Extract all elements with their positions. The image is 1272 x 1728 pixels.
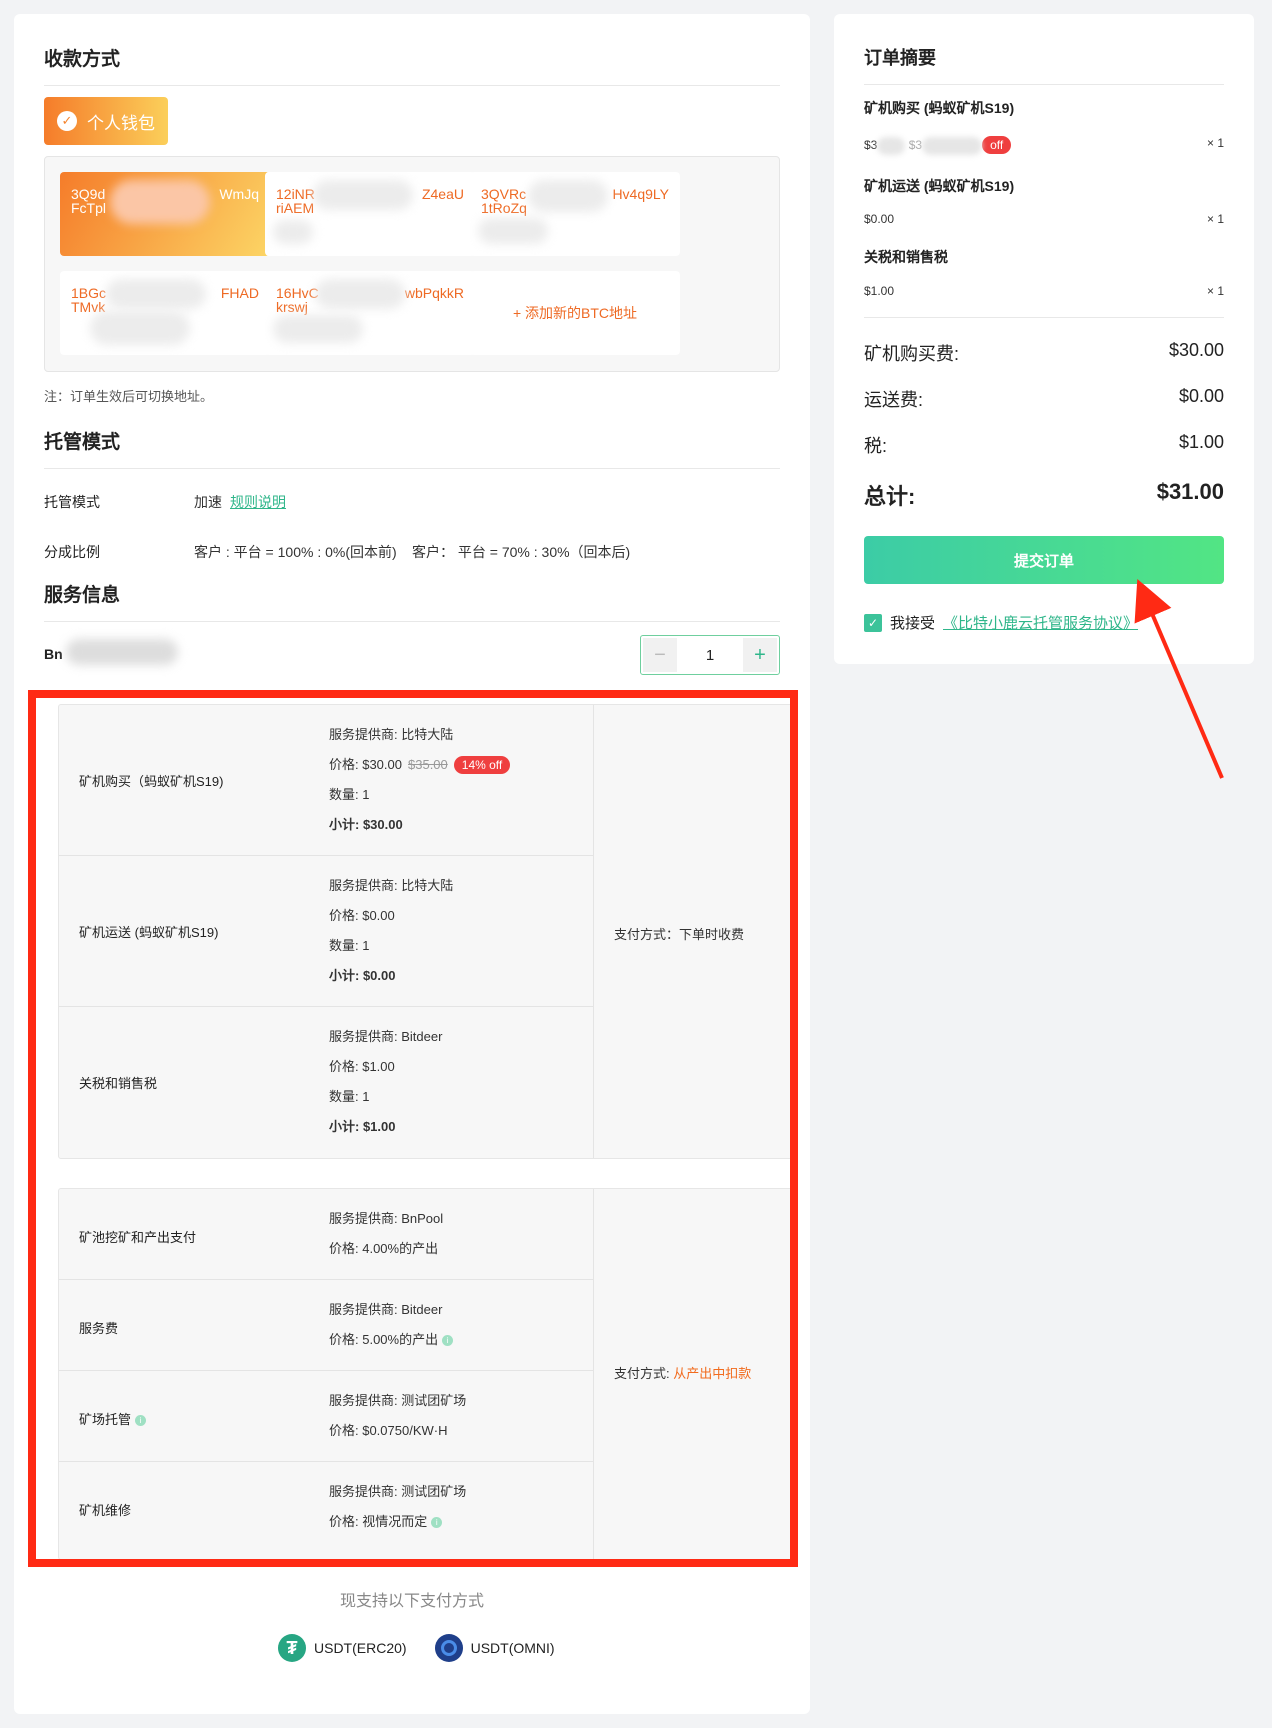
divider (864, 317, 1224, 318)
summary-item-line: $1.00 × 1 (864, 284, 1224, 298)
ratio-after: 客户： 平台 = 70% : 30%（回本后) (412, 544, 631, 560)
custody-mode-text: 加速 (194, 494, 222, 510)
summary-item-line: $3 $3 off × 1 (864, 136, 1224, 155)
redaction-blur (877, 136, 906, 155)
address-line2: riAEM (276, 200, 315, 216)
purchase-fee-label: 矿机购买费: (864, 344, 960, 364)
redaction-blur (922, 136, 983, 155)
service-info-title: 服务信息 (44, 580, 780, 622)
summary-item-qty: × 1 (1206, 136, 1224, 150)
custody-mode-label: 托管模式 (44, 494, 100, 510)
summary-item-title: 矿机运送 (蚂蚁矿机S19) (864, 178, 1015, 194)
add-btc-address-button[interactable]: + 添加新的BTC地址 (470, 271, 680, 355)
price-fragment: $3 (864, 138, 878, 152)
agreement-link[interactable]: 《比特小鹿云托管服务协议》 (943, 612, 1138, 633)
address-line2: FcTpl (71, 200, 106, 216)
order-form-panel: 收款方式 ✓ 个人钱包 3Q9d WmJq FcTpl 12iNR Z4eaU … (14, 14, 810, 1714)
address-line2: 1tRoZq (481, 200, 527, 216)
product-name: Bn (44, 646, 63, 662)
order-summary-panel: 订单摘要 矿机购买 (蚂蚁矿机S19) $3 $3 off × 1 矿机运送 (蚂… (834, 14, 1254, 664)
redaction-blur (273, 315, 363, 343)
address-note: 注：订单生效后可切换地址。 (44, 389, 214, 404)
redaction-blur (273, 220, 313, 244)
summary-item-qty: × 1 (1206, 284, 1224, 298)
total-label: 总计: (864, 484, 916, 509)
tax-value: $1.00 (1178, 432, 1224, 452)
redaction-blur (106, 279, 206, 309)
total-row: 总计: $31.00 (864, 479, 1224, 511)
method-label: USDT(ERC20) (314, 1640, 407, 1656)
price-fragment: $3 (908, 138, 923, 152)
address-list: 3Q9d WmJq FcTpl 12iNR Z4eaU riAEM 3QVRc … (44, 156, 780, 372)
redaction-blur (110, 180, 210, 224)
ratio-label: 分成比例 (44, 544, 100, 560)
custody-title: 托管模式 (44, 427, 780, 469)
redaction-blur (313, 180, 413, 210)
discount-badge: off (982, 136, 1012, 154)
rules-link[interactable]: 规则说明 (230, 494, 286, 510)
redaction-blur (315, 279, 405, 309)
address-suffix: WmJq (219, 186, 259, 202)
redaction-blur (90, 311, 190, 345)
address-card-5[interactable]: 16HvC wbPqkkR krswj (265, 271, 475, 355)
summary-item-price: $0.00 (864, 212, 895, 226)
redaction-blur (528, 180, 608, 212)
tether-icon: ₮ (278, 1634, 306, 1662)
check-icon: ✓ (57, 111, 77, 131)
address-card-2[interactable]: 12iNR Z4eaU riAEM (265, 172, 475, 256)
shipping-label: 运送费: (864, 390, 924, 410)
usdt-erc20: ₮ USDT(ERC20) (278, 1634, 407, 1662)
tax-row: 税: $1.00 (864, 432, 1224, 458)
decrease-button[interactable]: − (643, 638, 677, 672)
summary-item-line: $0.00 × 1 (864, 212, 1224, 226)
order-summary-title: 订单摘要 (864, 44, 1224, 85)
method-label: USDT(OMNI) (470, 1640, 555, 1656)
address-card-4[interactable]: 1BGc FHAD TMvk (60, 271, 270, 355)
address-card-3[interactable]: 3QVRc Hv4q9LY 1tRoZq (470, 172, 680, 256)
tax-label: 税: (864, 436, 888, 456)
purchase-fee-row: 矿机购买费: $30.00 (864, 340, 1224, 366)
custody-mode-value: 加速 规则说明 (194, 492, 286, 512)
summary-item-title: 关税和销售税 (864, 249, 948, 265)
purchase-fee-value: $30.00 (1168, 340, 1224, 360)
payment-methods: ₮ USDT(ERC20) USDT(OMNI) (278, 1634, 555, 1662)
address-card-1[interactable]: 3Q9d WmJq FcTpl (60, 172, 270, 256)
quantity-value[interactable]: 1 (679, 647, 741, 664)
agree-checkbox[interactable]: ✓ (864, 613, 882, 632)
increase-button[interactable]: + (743, 638, 777, 672)
ratio-before: 客户 : 平台 = 100% : 0%(回本前) (194, 544, 397, 560)
personal-wallet-tab[interactable]: ✓ 个人钱包 (44, 97, 168, 145)
summary-item-title: 矿机购买 (蚂蚁矿机S19) (864, 100, 1015, 116)
summary-item-price: $1.00 (864, 284, 895, 298)
quantity-stepper: − 1 + (640, 635, 780, 675)
shipping-row: 运送费: $0.00 (864, 386, 1224, 412)
usdt-omni: USDT(OMNI) (434, 1634, 555, 1662)
address-suffix: Z4eaU (421, 186, 464, 202)
address-suffix: FHAD (220, 285, 259, 301)
wallet-tab-label: 个人钱包 (87, 113, 155, 133)
agreement-row: ✓ 我接受 《比特小鹿云托管服务协议》 (864, 612, 1138, 633)
address-line2: krswj (276, 299, 308, 315)
agree-text: 我接受 (890, 615, 936, 632)
address-suffix: wbPqkkR (404, 285, 464, 301)
total-value: $31.00 (1156, 479, 1224, 504)
payment-method-title: 收款方式 (44, 44, 780, 86)
summary-item-qty: × 1 (1206, 212, 1224, 226)
highlight-frame (28, 690, 798, 1567)
submit-order-button[interactable]: 提交订单 (864, 536, 1224, 584)
shipping-value: $0.00 (1178, 386, 1224, 406)
supported-payments-title: 现支持以下支付方式 (339, 1593, 484, 1610)
omni-icon (434, 1634, 463, 1662)
redaction-blur (66, 639, 178, 665)
redaction-blur (478, 218, 548, 244)
address-suffix: Hv4q9LY (612, 186, 669, 202)
summary-item-price: $3 $3 off (864, 136, 1012, 155)
